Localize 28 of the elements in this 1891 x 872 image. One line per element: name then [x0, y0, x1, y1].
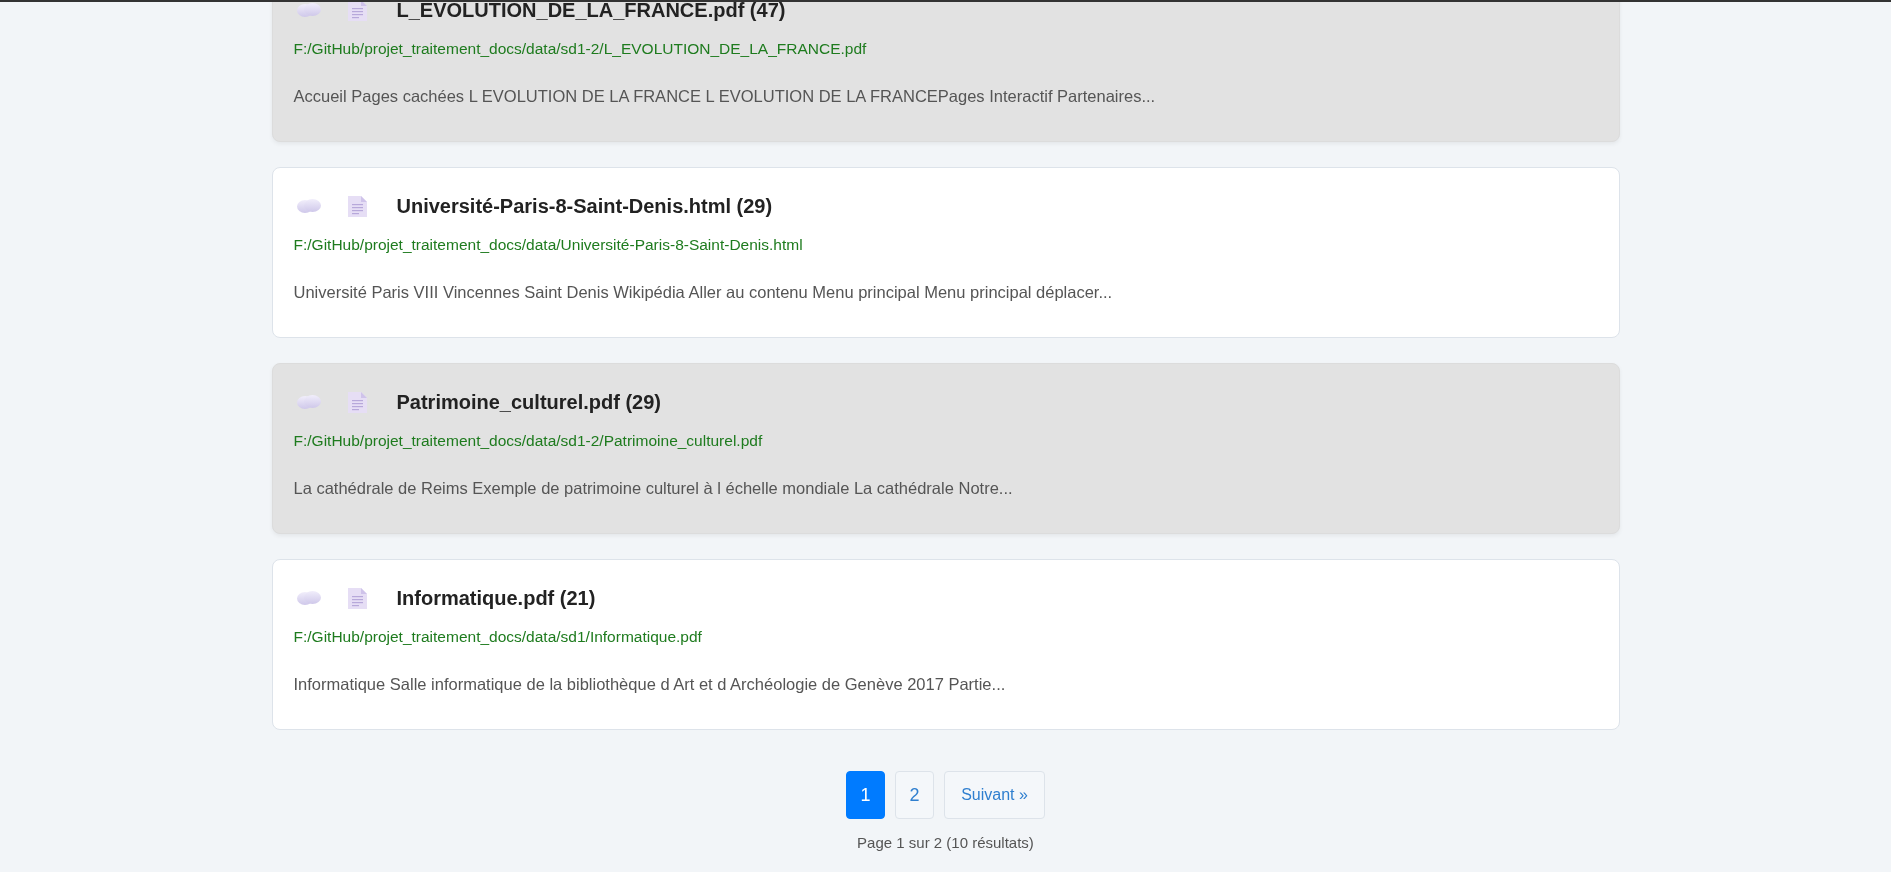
cloud-icon — [296, 199, 321, 213]
file-path: F:/GitHub/projet_traitement_docs/data/Université-Paris-8-Saint-Denis.html — [293, 236, 803, 253]
result-card[interactable] — [271, 167, 1620, 338]
file-title[interactable]: Patrimoine_culturel.pdf (29) — [396, 389, 661, 415]
result-card[interactable]: Informatique.pdf (21) F:/GitHub/projet_traitement_docs/data/sd1/Informatique.pdf Informatique Salle informatique de la bibliothèque d Art et d Archéologie de Genève 2017 Partie... — [271, 559, 1620, 730]
snippet-text: Université Paris VIII Vincennes Saint Denis Wikipédia Aller au contenu Menu principal Menu principal déplacer... — [293, 283, 1113, 301]
file-path: F:/GitHub/projet_traitement_docs/data/sd1/Informatique.pdf — [293, 628, 702, 645]
page-button[interactable]: 1 — [846, 771, 885, 819]
document-icon — [347, 587, 367, 609]
page-summary: Page 1 sur 2 (10 résultats) — [857, 833, 1034, 853]
file-title[interactable]: Informatique.pdf (21) — [396, 585, 596, 611]
cloud-icon — [296, 591, 321, 605]
cloud-icon — [296, 3, 321, 17]
snippet-text: Informatique Salle informatique de la bibliothèque d Art et d Archéologie de Genève 2017 Partie... — [293, 675, 1006, 693]
snippet-text: La cathédrale de Reims Exemple de patrimoine culturel à l échelle mondiale La cathédrale Notre... — [293, 479, 1013, 497]
file-path: F:/GitHub/projet_traitement_docs/data/sd1-2/Patrimoine_culturel.pdf — [293, 432, 763, 449]
document-icon — [347, 391, 367, 413]
file-path: F:/GitHub/projet_traitement_docs/data/sd1-2/L_EVOLUTION_DE_LA_FRANCE.pdf — [293, 40, 867, 57]
document-icon — [347, 2, 367, 21]
result-card[interactable]: Patrimoine_culturel.pdf (29) F:/GitHub/projet_traitement_docs/data/sd1-2/Patrimoine_culturel.pdf La cathédrale de Reims Exemple de patrimoine culturel à l échelle mondiale La cathédrale Notre... — [271, 363, 1620, 534]
next-page-button[interactable]: Suivant » — [944, 771, 1045, 819]
page-button[interactable]: 2 — [895, 771, 934, 819]
result-card[interactable] — [271, 2, 1620, 142]
snippet-text: Accueil Pages cachées L EVOLUTION DE LA FRANCE L EVOLUTION DE LA FRANCEPages Interactif Partenaires... — [293, 87, 1156, 105]
file-title[interactable]: L_EVOLUTION_DE_LA_FRANCE.pdf (47) — [396, 2, 786, 23]
document-icon — [347, 195, 367, 217]
cloud-icon — [296, 395, 321, 409]
file-title[interactable]: Université-Paris-8-Saint-Denis.html (29) — [396, 193, 773, 219]
